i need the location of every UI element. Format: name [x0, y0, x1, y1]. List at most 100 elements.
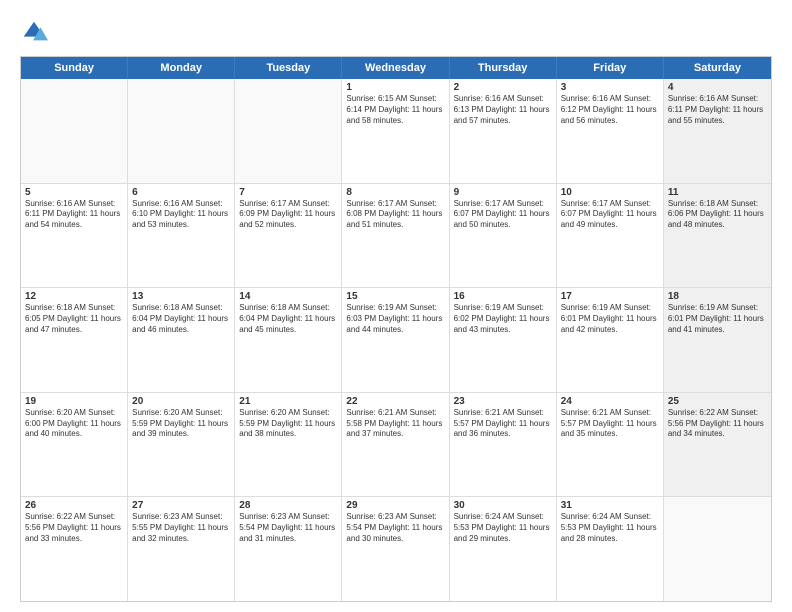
calendar-cell: 24Sunrise: 6:21 AM Sunset: 5:57 PM Dayli… [557, 393, 664, 497]
day-info: Sunrise: 6:24 AM Sunset: 5:53 PM Dayligh… [561, 512, 659, 544]
weekday-header: Wednesday [342, 57, 449, 79]
calendar-row: 5Sunrise: 6:16 AM Sunset: 6:11 PM Daylig… [21, 184, 771, 289]
day-info: Sunrise: 6:24 AM Sunset: 5:53 PM Dayligh… [454, 512, 552, 544]
calendar-cell: 17Sunrise: 6:19 AM Sunset: 6:01 PM Dayli… [557, 288, 664, 392]
day-number: 18 [668, 291, 767, 302]
calendar-cell: 18Sunrise: 6:19 AM Sunset: 6:01 PM Dayli… [664, 288, 771, 392]
day-info: Sunrise: 6:17 AM Sunset: 6:07 PM Dayligh… [454, 199, 552, 231]
day-info: Sunrise: 6:16 AM Sunset: 6:11 PM Dayligh… [25, 199, 123, 231]
calendar-cell: 21Sunrise: 6:20 AM Sunset: 5:59 PM Dayli… [235, 393, 342, 497]
logo-icon [20, 18, 48, 46]
calendar-row: 12Sunrise: 6:18 AM Sunset: 6:05 PM Dayli… [21, 288, 771, 393]
calendar-cell: 7Sunrise: 6:17 AM Sunset: 6:09 PM Daylig… [235, 184, 342, 288]
day-number: 27 [132, 500, 230, 511]
calendar-header: SundayMondayTuesdayWednesdayThursdayFrid… [21, 57, 771, 79]
calendar-cell: 27Sunrise: 6:23 AM Sunset: 5:55 PM Dayli… [128, 497, 235, 601]
day-number: 6 [132, 187, 230, 198]
day-number: 23 [454, 396, 552, 407]
calendar-cell: 4Sunrise: 6:16 AM Sunset: 6:11 PM Daylig… [664, 79, 771, 183]
weekday-header: Sunday [21, 57, 128, 79]
day-info: Sunrise: 6:22 AM Sunset: 5:56 PM Dayligh… [25, 512, 123, 544]
day-number: 17 [561, 291, 659, 302]
day-info: Sunrise: 6:23 AM Sunset: 5:55 PM Dayligh… [132, 512, 230, 544]
day-number: 7 [239, 187, 337, 198]
day-number: 8 [346, 187, 444, 198]
calendar-cell: 12Sunrise: 6:18 AM Sunset: 6:05 PM Dayli… [21, 288, 128, 392]
day-info: Sunrise: 6:21 AM Sunset: 5:58 PM Dayligh… [346, 408, 444, 440]
day-number: 15 [346, 291, 444, 302]
day-info: Sunrise: 6:16 AM Sunset: 6:11 PM Dayligh… [668, 94, 767, 126]
day-number: 26 [25, 500, 123, 511]
calendar-cell: 2Sunrise: 6:16 AM Sunset: 6:13 PM Daylig… [450, 79, 557, 183]
day-number: 20 [132, 396, 230, 407]
day-info: Sunrise: 6:18 AM Sunset: 6:04 PM Dayligh… [239, 303, 337, 335]
calendar: SundayMondayTuesdayWednesdayThursdayFrid… [20, 56, 772, 602]
day-number: 30 [454, 500, 552, 511]
day-info: Sunrise: 6:16 AM Sunset: 6:13 PM Dayligh… [454, 94, 552, 126]
day-info: Sunrise: 6:17 AM Sunset: 6:08 PM Dayligh… [346, 199, 444, 231]
day-number: 2 [454, 82, 552, 93]
day-number: 22 [346, 396, 444, 407]
day-info: Sunrise: 6:21 AM Sunset: 5:57 PM Dayligh… [561, 408, 659, 440]
day-info: Sunrise: 6:19 AM Sunset: 6:01 PM Dayligh… [561, 303, 659, 335]
header [20, 18, 772, 46]
day-info: Sunrise: 6:22 AM Sunset: 5:56 PM Dayligh… [668, 408, 767, 440]
calendar-cell: 23Sunrise: 6:21 AM Sunset: 5:57 PM Dayli… [450, 393, 557, 497]
calendar-cell: 31Sunrise: 6:24 AM Sunset: 5:53 PM Dayli… [557, 497, 664, 601]
day-number: 24 [561, 396, 659, 407]
calendar-cell: 6Sunrise: 6:16 AM Sunset: 6:10 PM Daylig… [128, 184, 235, 288]
calendar-cell: 22Sunrise: 6:21 AM Sunset: 5:58 PM Dayli… [342, 393, 449, 497]
day-info: Sunrise: 6:18 AM Sunset: 6:05 PM Dayligh… [25, 303, 123, 335]
day-info: Sunrise: 6:19 AM Sunset: 6:01 PM Dayligh… [668, 303, 767, 335]
calendar-cell: 3Sunrise: 6:16 AM Sunset: 6:12 PM Daylig… [557, 79, 664, 183]
weekday-header: Friday [557, 57, 664, 79]
weekday-header: Saturday [664, 57, 771, 79]
day-number: 13 [132, 291, 230, 302]
calendar-row: 1Sunrise: 6:15 AM Sunset: 6:14 PM Daylig… [21, 79, 771, 184]
calendar-cell [21, 79, 128, 183]
weekday-header: Tuesday [235, 57, 342, 79]
calendar-cell: 30Sunrise: 6:24 AM Sunset: 5:53 PM Dayli… [450, 497, 557, 601]
day-number: 4 [668, 82, 767, 93]
calendar-cell: 11Sunrise: 6:18 AM Sunset: 6:06 PM Dayli… [664, 184, 771, 288]
day-info: Sunrise: 6:20 AM Sunset: 5:59 PM Dayligh… [132, 408, 230, 440]
logo [20, 18, 52, 46]
page: SundayMondayTuesdayWednesdayThursdayFrid… [0, 0, 792, 612]
weekday-header: Monday [128, 57, 235, 79]
calendar-cell: 13Sunrise: 6:18 AM Sunset: 6:04 PM Dayli… [128, 288, 235, 392]
calendar-cell: 8Sunrise: 6:17 AM Sunset: 6:08 PM Daylig… [342, 184, 449, 288]
day-number: 19 [25, 396, 123, 407]
calendar-cell: 20Sunrise: 6:20 AM Sunset: 5:59 PM Dayli… [128, 393, 235, 497]
day-number: 29 [346, 500, 444, 511]
calendar-cell [128, 79, 235, 183]
calendar-cell: 10Sunrise: 6:17 AM Sunset: 6:07 PM Dayli… [557, 184, 664, 288]
day-info: Sunrise: 6:17 AM Sunset: 6:07 PM Dayligh… [561, 199, 659, 231]
day-number: 14 [239, 291, 337, 302]
calendar-cell: 1Sunrise: 6:15 AM Sunset: 6:14 PM Daylig… [342, 79, 449, 183]
calendar-cell: 19Sunrise: 6:20 AM Sunset: 6:00 PM Dayli… [21, 393, 128, 497]
calendar-cell: 14Sunrise: 6:18 AM Sunset: 6:04 PM Dayli… [235, 288, 342, 392]
day-number: 12 [25, 291, 123, 302]
calendar-cell [664, 497, 771, 601]
weekday-header: Thursday [450, 57, 557, 79]
day-info: Sunrise: 6:23 AM Sunset: 5:54 PM Dayligh… [346, 512, 444, 544]
calendar-body: 1Sunrise: 6:15 AM Sunset: 6:14 PM Daylig… [21, 79, 771, 601]
calendar-cell: 16Sunrise: 6:19 AM Sunset: 6:02 PM Dayli… [450, 288, 557, 392]
calendar-cell: 29Sunrise: 6:23 AM Sunset: 5:54 PM Dayli… [342, 497, 449, 601]
calendar-cell: 5Sunrise: 6:16 AM Sunset: 6:11 PM Daylig… [21, 184, 128, 288]
day-info: Sunrise: 6:21 AM Sunset: 5:57 PM Dayligh… [454, 408, 552, 440]
day-info: Sunrise: 6:20 AM Sunset: 5:59 PM Dayligh… [239, 408, 337, 440]
day-number: 10 [561, 187, 659, 198]
calendar-row: 26Sunrise: 6:22 AM Sunset: 5:56 PM Dayli… [21, 497, 771, 601]
day-info: Sunrise: 6:18 AM Sunset: 6:06 PM Dayligh… [668, 199, 767, 231]
day-number: 9 [454, 187, 552, 198]
calendar-cell: 26Sunrise: 6:22 AM Sunset: 5:56 PM Dayli… [21, 497, 128, 601]
day-info: Sunrise: 6:23 AM Sunset: 5:54 PM Dayligh… [239, 512, 337, 544]
day-info: Sunrise: 6:16 AM Sunset: 6:12 PM Dayligh… [561, 94, 659, 126]
day-number: 31 [561, 500, 659, 511]
day-number: 25 [668, 396, 767, 407]
calendar-cell: 15Sunrise: 6:19 AM Sunset: 6:03 PM Dayli… [342, 288, 449, 392]
calendar-cell: 28Sunrise: 6:23 AM Sunset: 5:54 PM Dayli… [235, 497, 342, 601]
day-info: Sunrise: 6:18 AM Sunset: 6:04 PM Dayligh… [132, 303, 230, 335]
day-info: Sunrise: 6:15 AM Sunset: 6:14 PM Dayligh… [346, 94, 444, 126]
